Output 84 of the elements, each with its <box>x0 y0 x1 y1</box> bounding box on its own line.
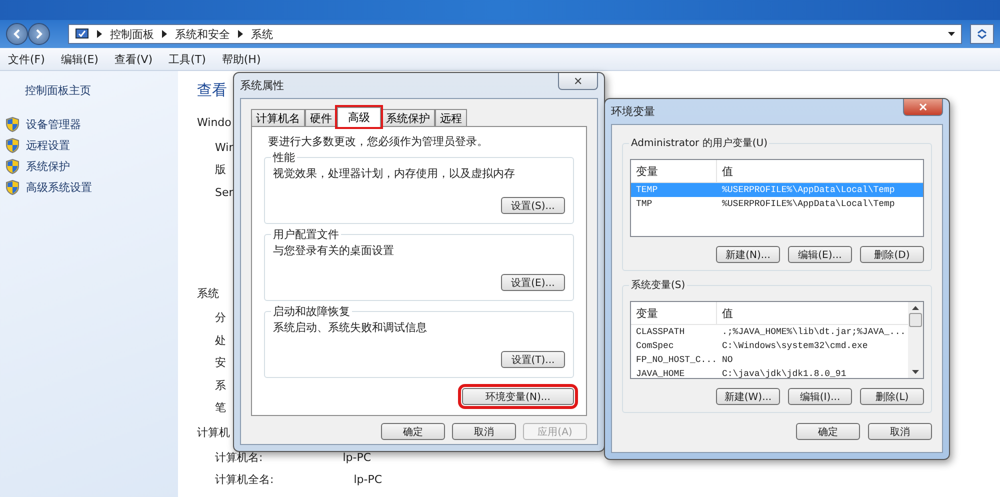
list-action-button[interactable]: 编辑(E)... <box>788 246 852 263</box>
info-label: 系 <box>215 378 226 393</box>
breadcrumb-item[interactable]: 系统和安全 <box>175 26 230 42</box>
info-value: lp-PC <box>342 450 372 464</box>
sidebar-link[interactable]: 设备管理器 <box>26 117 81 132</box>
group-title: 启动和故障恢复 <box>271 304 352 319</box>
shield-icon <box>6 159 19 174</box>
info-label: 系统 <box>197 286 219 300</box>
info-label: Windo <box>197 116 232 129</box>
list-action-button[interactable]: 删除(L) <box>860 388 924 405</box>
column-header[interactable]: 变量 <box>631 160 717 182</box>
chevron-icon <box>238 30 243 38</box>
menu-item[interactable]: 工具(T) <box>168 52 206 66</box>
list-action-button[interactable]: 新建(N)... <box>716 246 780 263</box>
info-label: 计算机名: <box>215 450 263 465</box>
group-title: 用户配置文件 <box>271 227 341 242</box>
scrollbar[interactable] <box>908 302 923 378</box>
dialog-button[interactable]: 取消 <box>868 423 932 440</box>
group-title: 系统变量(S) <box>629 278 688 292</box>
menu-item[interactable]: 帮助(H) <box>222 52 261 66</box>
info-label: 笔 <box>215 400 226 416</box>
sidebar-link[interactable]: 高级系统设置 <box>26 180 92 195</box>
info-label: 计算机全名: <box>215 472 274 488</box>
list-action-button[interactable]: 新建(W)... <box>716 388 780 405</box>
page-heading: 查看 <box>197 81 227 100</box>
list-row[interactable]: ComSpec C:\Windows\system32\cmd.exe <box>631 339 908 353</box>
info-value: lp-PC <box>354 473 382 486</box>
info-label: 计算机 <box>197 425 230 440</box>
tab[interactable]: 计算机名 <box>251 109 305 126</box>
group-title: Administrator 的用户变量(U) <box>629 136 770 150</box>
back-button[interactable] <box>6 23 28 45</box>
refresh-button[interactable] <box>970 24 994 44</box>
group-description: 视觉效果，处理器计划，内存使用，以及虚拟内存 <box>273 166 516 181</box>
group-description: 与您登录有关的桌面设置 <box>273 243 395 258</box>
menu-item[interactable]: 文件(F) <box>8 52 45 66</box>
breadcrumb-item[interactable]: 控制面板 <box>110 26 154 42</box>
column-header[interactable]: 变量 <box>631 302 717 324</box>
dialog-title: 环境变量 <box>611 104 655 119</box>
info-label: 处 <box>215 332 226 348</box>
list-row[interactable]: FP_NO_HOST_C... NO <box>631 353 908 367</box>
notice-text: 要进行大多数更改，您必须作为管理员登录。 <box>268 134 489 149</box>
list-action-button[interactable]: 删除(D) <box>860 246 924 263</box>
group-description: 系统启动、系统失败和调试信息 <box>273 320 428 335</box>
settings-button[interactable]: 设置(S)... <box>501 197 565 214</box>
forward-button[interactable] <box>28 23 50 45</box>
control-panel-icon <box>75 28 89 40</box>
list-row[interactable]: TMP %USERPROFILE%\AppData\Local\Temp <box>631 197 923 211</box>
tab[interactable]: 系统保护 <box>381 109 435 126</box>
scroll-up-icon[interactable] <box>912 306 919 310</box>
dialog-button[interactable]: 确定 <box>796 423 860 440</box>
settings-button[interactable]: 设置(T)... <box>501 351 565 368</box>
menu-item[interactable]: 查看(V) <box>114 52 153 66</box>
group-title: 性能 <box>271 150 297 165</box>
dialog-title: 系统属性 <box>240 78 284 93</box>
list-row[interactable]: JAVA_HOME C:\java\jdk\jdk1.8.0_91 <box>631 367 908 381</box>
tab[interactable]: 硬件 <box>305 109 337 126</box>
info-label: 分 <box>215 310 226 326</box>
dialog-button[interactable]: 确定 <box>381 423 445 440</box>
close-button[interactable]: ✕ <box>558 73 598 90</box>
info-label: 版 <box>215 162 226 178</box>
menu-item[interactable]: 编辑(E) <box>60 52 98 66</box>
info-label: 安 <box>215 355 226 370</box>
scroll-down-icon[interactable] <box>912 370 919 374</box>
address-bar[interactable]: 控制面板 系统和安全 系统 <box>68 24 962 44</box>
dropdown-icon[interactable] <box>948 32 955 36</box>
list-row[interactable]: CLASSPATH .;%JAVA_HOME%\lib\dt.jar;%JAVA_... <box>631 325 908 339</box>
tab[interactable]: 高级 <box>337 107 381 127</box>
column-header[interactable]: 值 <box>717 164 733 178</box>
sidebar-link[interactable]: 系统保护 <box>26 159 70 174</box>
shield-icon <box>6 138 19 153</box>
sidebar-link[interactable]: 远程设置 <box>26 138 70 153</box>
tab[interactable]: 远程 <box>435 109 467 126</box>
sidebar-link[interactable]: 控制面板主页 <box>25 83 178 98</box>
chevron-icon <box>97 30 102 38</box>
breadcrumb-item[interactable]: 系统 <box>251 26 273 42</box>
shield-icon <box>6 117 19 132</box>
settings-button[interactable]: 设置(E)... <box>501 274 565 291</box>
dialog-button[interactable]: 取消 <box>452 423 516 440</box>
info-label: Ser <box>215 186 234 199</box>
scroll-thumb[interactable] <box>909 313 922 327</box>
shield-icon <box>6 180 19 195</box>
chevron-icon <box>162 30 167 38</box>
column-header[interactable]: 值 <box>717 306 733 320</box>
list-action-button[interactable]: 编辑(I)... <box>788 388 852 405</box>
